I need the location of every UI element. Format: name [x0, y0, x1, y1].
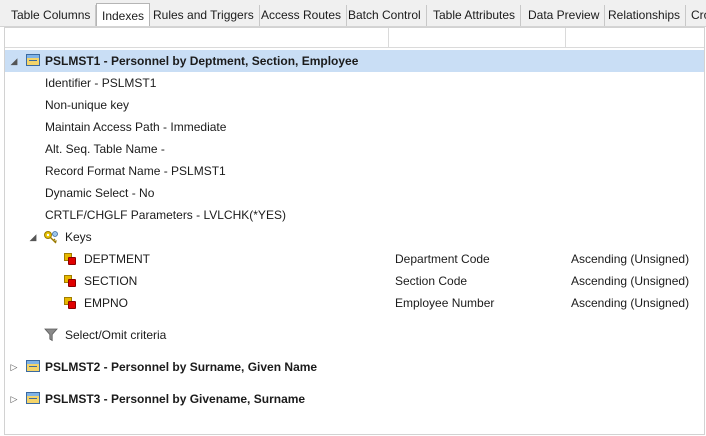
key-field-description: Employee Number [395, 296, 495, 310]
column-divider[interactable] [565, 28, 566, 47]
property-row[interactable]: Record Format Name - PSLMST1 [5, 160, 704, 182]
index-title: PSLMST1 - Personnel by Deptment, Section… [45, 54, 359, 68]
key-icon [44, 231, 58, 244]
tab-table-columns[interactable]: Table Columns [6, 5, 97, 26]
property-label: Maintain Access Path - Immediate [45, 120, 227, 134]
tab-batch-control[interactable]: Batch Control [343, 5, 427, 26]
key-field-name: DEPTMENT [84, 252, 150, 266]
index-node-pslmst3[interactable]: ▷ PSLMST3 - Personnel by Givename, Surna… [5, 388, 704, 410]
column-divider[interactable] [388, 28, 389, 47]
tab-strip: Table Columns Indexes Rules and Triggers… [0, 0, 706, 27]
triangle-down-icon[interactable]: ◢ [9, 56, 19, 66]
index-title: PSLMST3 - Personnel by Givename, Surname [45, 392, 306, 406]
select-omit-node[interactable]: Select/Omit criteria [5, 324, 704, 346]
tab-relationships[interactable]: Relationships [603, 5, 687, 26]
keys-node[interactable]: ◢ Keys [5, 226, 704, 248]
key-field-order: Ascending (Unsigned) [571, 252, 690, 266]
key-field-row[interactable]: DEPTMENT Department Code Ascending (Unsi… [5, 248, 704, 270]
field-icon [64, 297, 76, 309]
tab-rules-and-triggers[interactable]: Rules and Triggers [148, 5, 260, 26]
field-icon [64, 253, 76, 265]
triangle-down-icon[interactable]: ◢ [28, 232, 38, 242]
index-title: PSLMST2 - Personnel by Surname, Given Na… [45, 360, 318, 374]
key-field-description: Department Code [395, 252, 490, 266]
key-field-name: EMPNO [84, 296, 129, 310]
key-field-name: SECTION [84, 274, 138, 288]
property-label: Identifier - PSLMST1 [45, 76, 157, 90]
property-label: Record Format Name - PSLMST1 [45, 164, 226, 178]
property-row[interactable]: Maintain Access Path - Immediate [5, 116, 704, 138]
property-row[interactable]: CRTLF/CHGLF Parameters - LVLCHK(*YES) [5, 204, 704, 226]
tab-data-preview[interactable]: Data Preview [523, 5, 606, 26]
tab-cro[interactable]: Cro [686, 5, 706, 26]
key-field-row[interactable]: EMPNO Employee Number Ascending (Unsigne… [5, 292, 704, 314]
property-label: Alt. Seq. Table Name - [45, 142, 165, 156]
tab-indexes[interactable]: Indexes [96, 3, 151, 26]
key-field-order: Ascending (Unsigned) [571, 274, 690, 288]
property-label: Non-unique key [45, 98, 130, 112]
property-row[interactable]: Non-unique key [5, 94, 704, 116]
field-icon [64, 275, 76, 287]
triangle-right-icon[interactable]: ▷ [9, 394, 19, 404]
property-row[interactable]: Alt. Seq. Table Name - [5, 138, 704, 160]
table-icon [26, 54, 40, 66]
keys-label: Keys [65, 230, 92, 244]
property-label: Dynamic Select - No [45, 186, 155, 200]
property-label: CRTLF/CHGLF Parameters - LVLCHK(*YES) [45, 208, 286, 222]
tab-table-attributes[interactable]: Table Attributes [428, 5, 522, 26]
index-node-pslmst1[interactable]: ◢ PSLMST1 - Personnel by Deptment, Secti… [5, 50, 704, 72]
key-field-row[interactable]: SECTION Section Code Ascending (Unsigned… [5, 270, 704, 292]
table-icon [26, 360, 40, 372]
triangle-right-icon[interactable]: ▷ [9, 362, 19, 372]
filter-icon [44, 328, 58, 342]
column-header [5, 28, 704, 48]
property-row[interactable]: Identifier - PSLMST1 [5, 72, 704, 94]
key-field-order: Ascending (Unsigned) [571, 296, 690, 310]
indexes-tree: ◢ PSLMST1 - Personnel by Deptment, Secti… [4, 27, 705, 435]
table-icon [26, 392, 40, 404]
tab-access-routes[interactable]: Access Routes [256, 5, 348, 26]
select-omit-label: Select/Omit criteria [65, 328, 167, 342]
property-row[interactable]: Dynamic Select - No [5, 182, 704, 204]
key-field-description: Section Code [395, 274, 468, 288]
index-node-pslmst2[interactable]: ▷ PSLMST2 - Personnel by Surname, Given … [5, 356, 704, 378]
